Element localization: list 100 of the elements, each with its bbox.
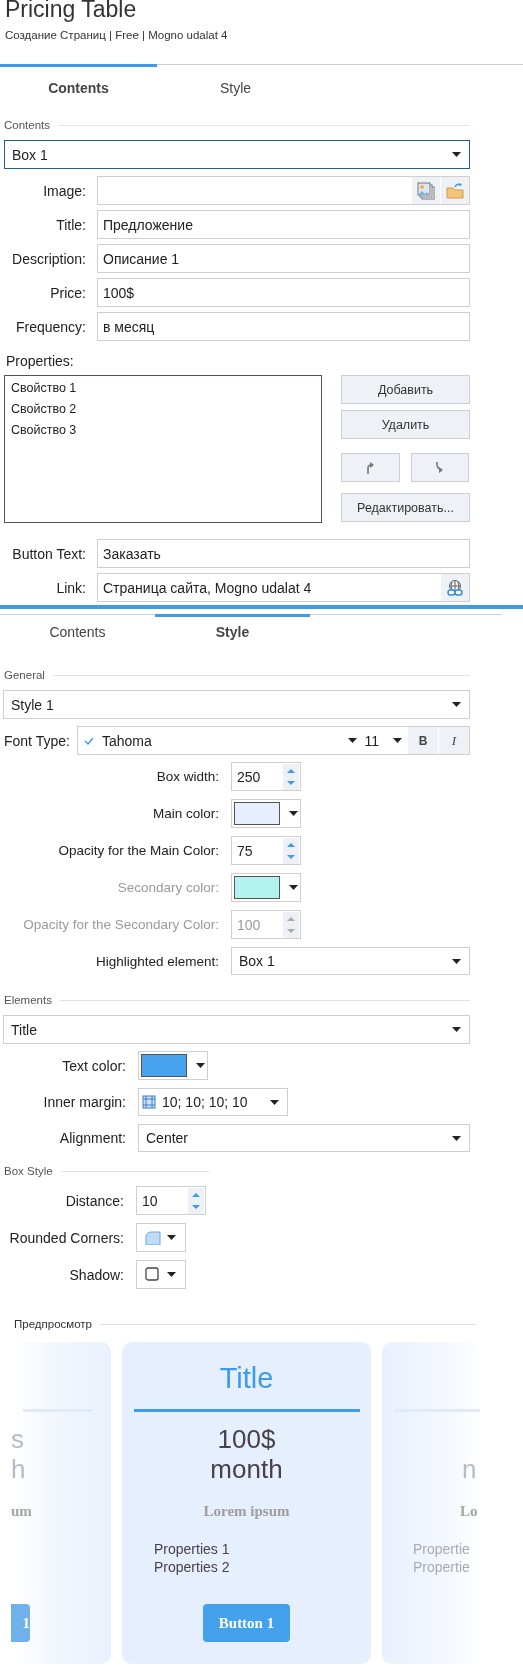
spinner-arrows-icon[interactable] (188, 1187, 204, 1214)
box-dropdown[interactable]: Box 1 (4, 140, 470, 169)
card-property: Propertie (413, 1558, 471, 1576)
color-picker[interactable] (231, 873, 301, 902)
list-item[interactable]: Свойство 1 (11, 378, 77, 399)
card-frequency: month (210, 1454, 283, 1484)
text-field[interactable]: Предложение (97, 210, 470, 239)
curved-arrow-up-icon (365, 461, 375, 474)
curved-arrow-down-icon (435, 461, 445, 474)
section-label: Box Style (4, 1165, 53, 1177)
field-label: Inner margin: (42, 1094, 126, 1110)
field-label: Properties: (6, 353, 75, 369)
dropdown[interactable]: Box 1 (231, 947, 470, 975)
spinner-field[interactable]: 250 (231, 762, 301, 791)
square-icon (145, 1267, 160, 1282)
pictures-icon (417, 181, 435, 200)
caret-icon (348, 738, 358, 743)
field-label: Alignment: (58, 1130, 126, 1146)
caret-icon (452, 152, 461, 157)
italic-button[interactable]: I (439, 727, 469, 754)
field-label: Font Type: (4, 732, 70, 749)
list-item[interactable]: Свойство 2 (11, 399, 77, 420)
field-label: Frequency: (14, 318, 86, 335)
properties-list[interactable]: Свойство 1 Свойство 2 Свойство 3 (4, 375, 322, 523)
card-price: s (11, 1424, 24, 1454)
font-picker[interactable]: Tahoma 11 B I (76, 726, 470, 755)
card-frequency: n (462, 1454, 478, 1484)
spinner-arrows-icon[interactable] (283, 763, 299, 790)
caret-icon (452, 1027, 461, 1032)
link-button[interactable] (440, 574, 469, 601)
text-field[interactable]: 100$ (97, 278, 470, 307)
field-label: Main color: (151, 806, 219, 821)
field-label: Button Text: (11, 545, 86, 562)
action-button[interactable]: Удалить (341, 410, 470, 439)
caret-icon (452, 1135, 461, 1141)
card-description: um (11, 1503, 32, 1520)
field-label: Opacity for the Main Color: (57, 843, 219, 858)
image-field[interactable] (97, 176, 470, 205)
section-label: Contents (4, 119, 51, 131)
section-label: Предпросмотр (14, 1318, 92, 1330)
style-dropdown[interactable]: Style 1 (3, 690, 470, 719)
card-price: 100$ (217, 1424, 276, 1454)
field-label: Title: (55, 216, 86, 233)
check-icon (83, 736, 94, 745)
field-label: Description: (11, 250, 86, 267)
caret-icon (167, 1272, 176, 1277)
caret-icon (452, 702, 461, 707)
caret-icon (167, 1235, 176, 1240)
color-picker[interactable] (231, 799, 301, 828)
tab[interactable]: Contents (0, 64, 157, 108)
image-gallery-button[interactable] (411, 177, 440, 204)
bold-button[interactable]: B (408, 727, 438, 754)
section-label: General (4, 669, 45, 681)
caret-icon (196, 1063, 205, 1068)
tab[interactable]: Contents (0, 614, 155, 646)
tab[interactable]: Style (155, 614, 310, 646)
field-label: Price: (49, 284, 86, 301)
list-item[interactable]: Свойство 3 (11, 420, 77, 441)
grid-icon (142, 1095, 156, 1109)
open-folder-button[interactable] (440, 177, 469, 204)
text-field[interactable]: Описание 1 (97, 244, 470, 273)
field-label: Rounded Corners: (8, 1229, 124, 1246)
section-label: Elements (4, 994, 52, 1006)
breadcrumb: Создание Страниц | Free | Mogno udalat 4 (5, 28, 229, 42)
field-label: Opacity for the Secondary Color: (22, 917, 219, 932)
card-description: Lorem ipsum (203, 1503, 290, 1520)
field-label: Shadow: (68, 1266, 124, 1283)
tab[interactable]: Style (157, 64, 314, 108)
field-label: Highlighted element: (94, 953, 219, 969)
link-field[interactable]: Страница сайта, Mogno udalat 4 (97, 573, 470, 602)
field-label: Link: (55, 579, 86, 596)
field-label: Image: (42, 182, 86, 199)
globe-link-icon (446, 578, 464, 597)
page-title: Pricing Table (5, 0, 138, 20)
action-button[interactable]: Добавить (341, 375, 470, 404)
field-label: Text color: (61, 1057, 126, 1074)
corners-dropdown[interactable] (136, 1223, 186, 1252)
caret-icon (289, 811, 298, 816)
card-property: Properties 1 (154, 1540, 230, 1558)
dropdown[interactable]: Center (138, 1124, 470, 1152)
caret-icon (452, 958, 461, 964)
card-description: Lo (460, 1503, 479, 1520)
caret-icon (289, 885, 298, 890)
folder-icon (446, 182, 464, 199)
spinner-arrows-icon[interactable] (283, 837, 299, 864)
element-dropdown[interactable]: Title (3, 1015, 470, 1044)
caret-icon (393, 738, 402, 743)
action-button[interactable]: Редактировать... (341, 493, 470, 522)
color-picker[interactable] (138, 1051, 208, 1080)
spinner-field[interactable]: 10 (136, 1186, 206, 1215)
spinner-field[interactable]: 75 (231, 836, 301, 865)
card-title: Title (219, 1361, 274, 1396)
text-field[interactable]: Заказать (97, 539, 470, 568)
margin-dropdown[interactable]: 10; 10; 10; 10 (138, 1088, 288, 1116)
spinner-arrows-icon[interactable] (283, 911, 299, 938)
card-property: Properties 2 (154, 1558, 230, 1576)
field-label: Secondary color: (116, 880, 219, 895)
field-label: Distance: (64, 1192, 124, 1209)
shadow-dropdown[interactable] (136, 1260, 186, 1289)
text-field[interactable]: в месяц (97, 312, 470, 341)
